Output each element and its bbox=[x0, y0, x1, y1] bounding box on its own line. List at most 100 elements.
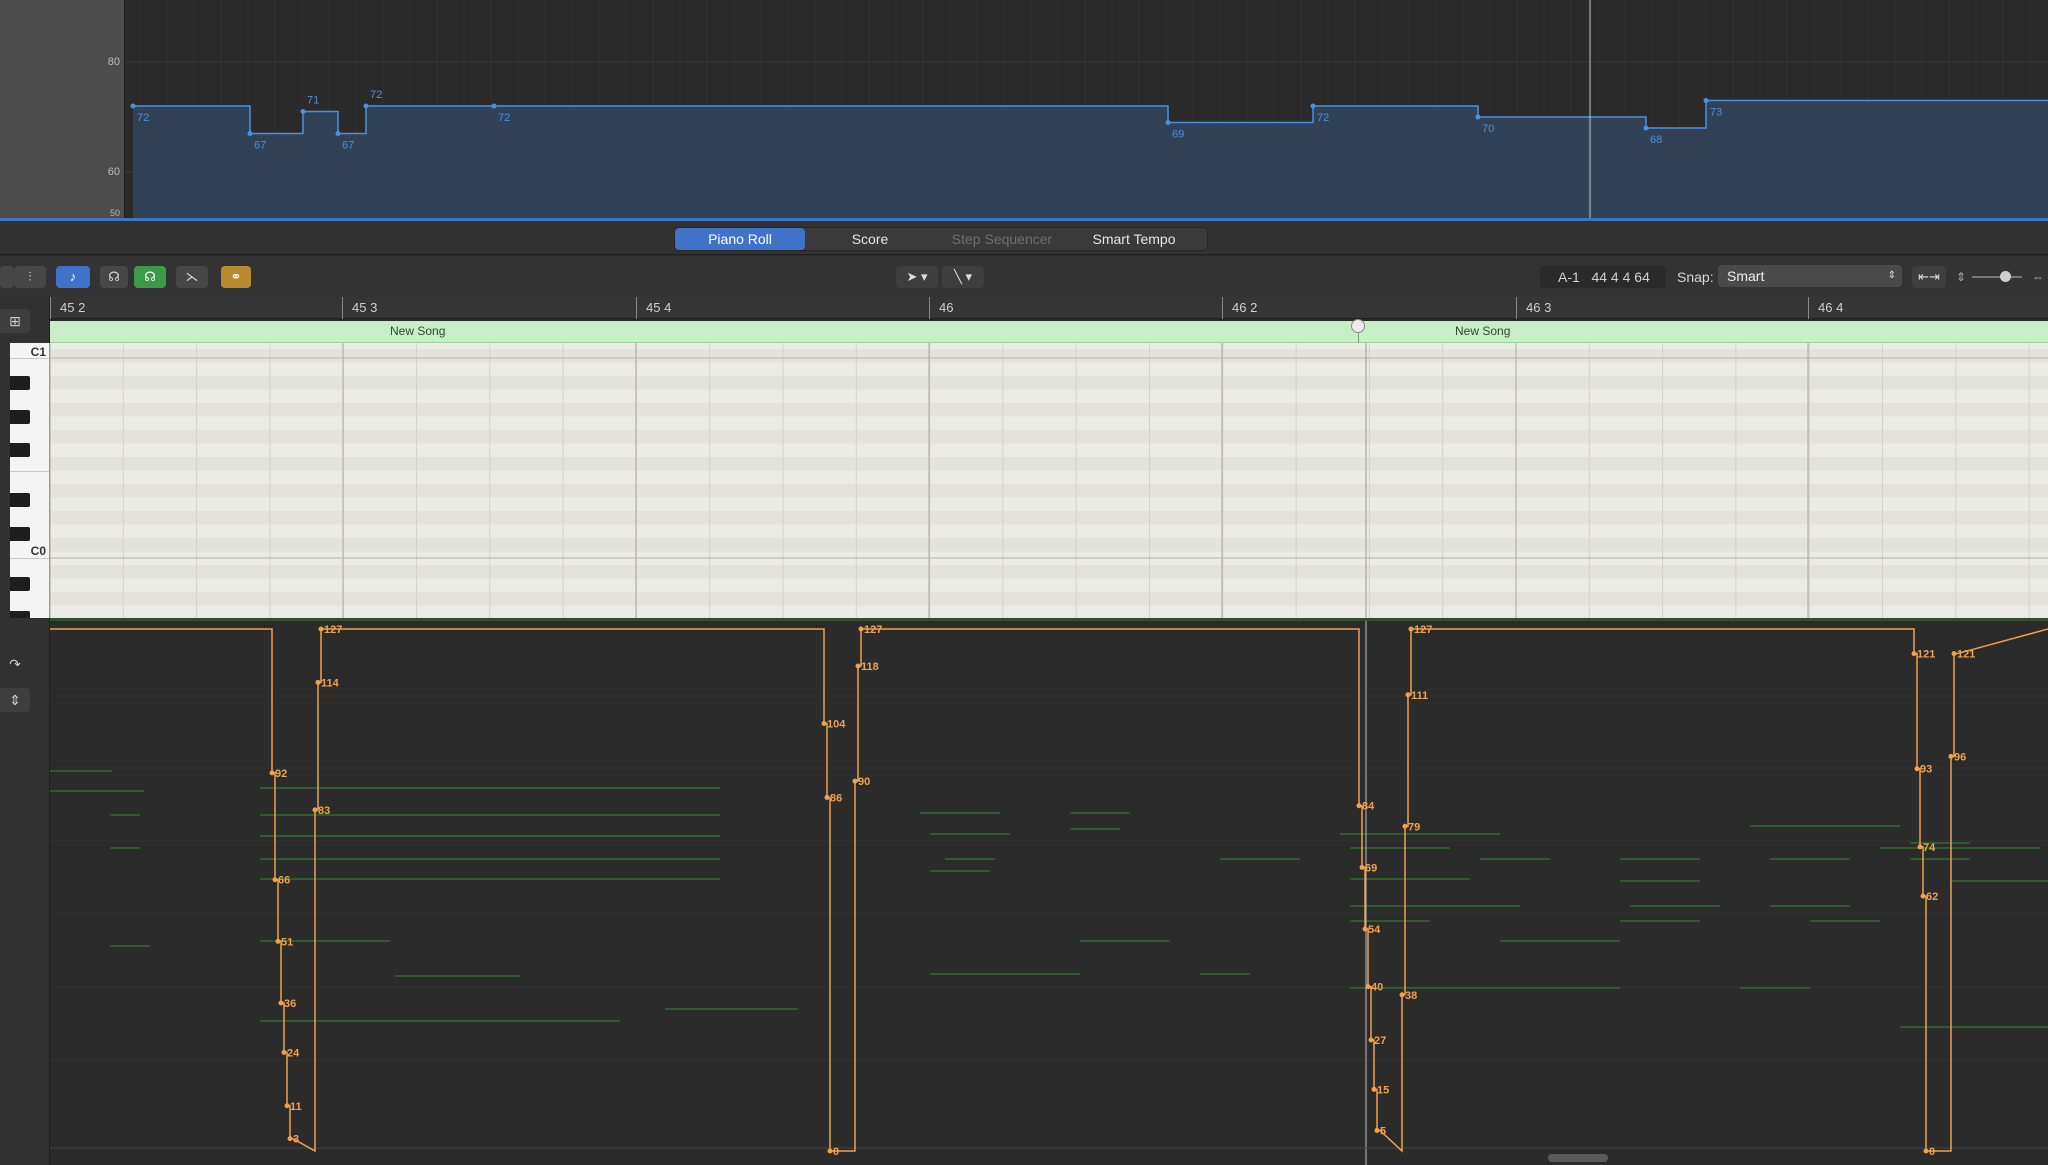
ruler-bar-label: 46 2 bbox=[1222, 297, 1257, 319]
ruler-bar-label: 46 3 bbox=[1516, 297, 1551, 319]
key-label-c0: C0 bbox=[30, 544, 46, 558]
grid-row bbox=[50, 484, 2048, 498]
region-strip[interactable]: New Song New Song bbox=[50, 319, 2048, 343]
velocity-value-label: 111 bbox=[1411, 690, 1428, 702]
tab-piano-roll[interactable]: Piano Roll bbox=[675, 228, 805, 250]
tempo-point bbox=[300, 109, 306, 114]
ruler-bar-label: 46 4 bbox=[1808, 297, 1843, 319]
velocity-value-label: 38 bbox=[1405, 990, 1417, 1002]
link-icon[interactable]: ⚭ bbox=[221, 266, 251, 288]
velocity-value-label: 93 bbox=[1920, 764, 1932, 776]
lcd-position: 44 4 4 64 bbox=[1591, 269, 1650, 285]
grid-row bbox=[50, 457, 2048, 471]
zoom-knob[interactable] bbox=[2000, 271, 2011, 282]
velocity-value-label: 121 bbox=[1917, 649, 1935, 661]
grid-row bbox=[50, 511, 2048, 525]
ruler-bar-label: 45 3 bbox=[342, 297, 377, 319]
velocity-value-label: 90 bbox=[858, 776, 870, 788]
velocity-value-label: 79 bbox=[1408, 821, 1420, 833]
black-key[interactable] bbox=[10, 443, 30, 457]
tempo-value-label: 72 bbox=[370, 89, 382, 101]
tempo-point bbox=[1643, 125, 1649, 131]
black-key[interactable] bbox=[10, 410, 30, 424]
velocity-value-label: 92 bbox=[275, 768, 287, 780]
velocity-value-label: 0 bbox=[1929, 1146, 1935, 1158]
region-name: New Song bbox=[1455, 324, 1511, 338]
velocity-value-label: 11 bbox=[290, 1101, 302, 1113]
key-label-c1: C1 bbox=[30, 345, 46, 359]
velocity-value-label: 15 bbox=[1377, 1084, 1389, 1096]
piano-keyboard[interactable]: C1 C0 bbox=[10, 343, 50, 618]
grid-row bbox=[50, 403, 2048, 417]
editor-tab-bar: Piano Roll Score Step Sequencer Smart Te… bbox=[0, 221, 2048, 255]
chevron-updown-icon: ⇕ bbox=[1887, 270, 1896, 281]
velocity-value-label: 66 bbox=[278, 875, 290, 887]
logic-pro-window: 80 60 50 72 67 71 67 72 72 69 72 70 68 73 Piano Ro… bbox=[0, 0, 2048, 1165]
velocity-value-label: 24 bbox=[287, 1047, 300, 1059]
grid-row bbox=[50, 376, 2048, 390]
velocity-value-label: 118 bbox=[861, 661, 879, 673]
flex-icon[interactable]: ⋋ bbox=[176, 266, 208, 288]
velocity-value-label: 96 bbox=[1954, 751, 1966, 763]
midi-out-icon[interactable]: ☊ bbox=[100, 266, 128, 288]
vertical-zoom-icon: ⇕ bbox=[1956, 270, 1967, 284]
tempo-value-label: 70 bbox=[1482, 123, 1494, 135]
horizontal-scrollbar[interactable] bbox=[1548, 1154, 1608, 1162]
quantize-icon[interactable]: ⫶ bbox=[14, 266, 46, 288]
tempo-point bbox=[130, 103, 136, 109]
note-grid[interactable] bbox=[50, 343, 2048, 618]
velocity-value-label: 84 bbox=[1362, 801, 1375, 813]
playhead-handle[interactable] bbox=[1351, 319, 1365, 333]
note-position-display: A-1 44 4 4 64 bbox=[1540, 266, 1666, 288]
automation-icon[interactable]: ↷ bbox=[0, 652, 30, 676]
snap-label: Snap: bbox=[1677, 269, 1714, 285]
snap-select[interactable]: Smart ⇕ bbox=[1718, 265, 1902, 287]
velocity-value-label: 127 bbox=[864, 624, 882, 636]
black-key[interactable] bbox=[10, 577, 30, 591]
key-divider bbox=[10, 558, 49, 559]
velocity-automation[interactable]: 9266513624113831141271048609011812784695… bbox=[50, 621, 2048, 1165]
key-divider bbox=[10, 358, 49, 359]
vertical-zoom-slider[interactable]: ⇕ ⇔ bbox=[1952, 266, 2048, 288]
tempo-point bbox=[1703, 98, 1709, 103]
lane-select-icon[interactable]: ⇕ bbox=[0, 688, 30, 712]
horizontal-zoom-icon: ⇔ bbox=[2032, 270, 2044, 284]
inspector-toggle-button[interactable] bbox=[0, 266, 14, 288]
velocity-value-label: 127 bbox=[1414, 624, 1432, 636]
tab-step-sequencer[interactable]: Step Sequencer bbox=[935, 228, 1069, 250]
tempo-point bbox=[1165, 120, 1171, 125]
velocity-value-label: 127 bbox=[324, 624, 342, 636]
black-key[interactable] bbox=[10, 527, 30, 541]
tab-score[interactable]: Score bbox=[805, 228, 935, 250]
velocity-value-label: 40 bbox=[1371, 982, 1383, 994]
pencil-tool-menu[interactable]: ╲ ▾ bbox=[942, 266, 984, 288]
tempo-value-label: 67 bbox=[342, 140, 354, 152]
add-lane-icon[interactable]: ⊞ bbox=[0, 309, 30, 333]
tempo-point bbox=[491, 103, 497, 109]
bar-ruler[interactable]: 45 2 45 3 45 4 46 46 2 46 3 46 4 bbox=[50, 297, 2048, 319]
black-key[interactable] bbox=[10, 611, 30, 618]
zoom-to-fit-icon[interactable]: ⇤⇥ bbox=[1912, 266, 1946, 288]
black-key[interactable] bbox=[10, 376, 30, 390]
editor-tabs: Piano Roll Score Step Sequencer Smart Te… bbox=[674, 227, 1208, 251]
velocity-line bbox=[50, 628, 2048, 1153]
midi-in-icon[interactable]: ♪ bbox=[56, 266, 90, 288]
grid-row bbox=[50, 538, 2048, 552]
tempo-value-label: 72 bbox=[498, 112, 510, 124]
black-key[interactable] bbox=[10, 493, 30, 507]
tempo-track[interactable]: 80 60 50 72 67 71 67 72 72 69 72 70 68 73 bbox=[0, 0, 2048, 220]
velocity-value-label: 114 bbox=[321, 677, 340, 689]
tempo-point bbox=[1475, 114, 1481, 120]
piano-roll-toolbar: ⫶ ♪ ☊ ☊ ⋋ ⚭ ➤ ▾ ╲ ▾ A-1 44 4 4 64 Snap: … bbox=[0, 256, 2048, 298]
velocity-value-label: 86 bbox=[830, 793, 842, 805]
tempo-value-label: 69 bbox=[1172, 129, 1184, 141]
velocity-value-label: 51 bbox=[281, 936, 293, 948]
catch-icon[interactable]: ☊ bbox=[134, 266, 166, 288]
snap-value: Smart bbox=[1727, 268, 1765, 284]
tab-smart-tempo[interactable]: Smart Tempo bbox=[1069, 228, 1199, 250]
velocity-lane[interactable]: 92 66 51 36 24 11 3 83 114 127 104 86 0 90 118 127 84 69 5… bbox=[50, 618, 2048, 1165]
tempo-curve[interactable]: 72 67 71 67 72 72 69 72 70 68 73 bbox=[0, 0, 2048, 218]
pointer-tool-menu[interactable]: ➤ ▾ bbox=[896, 266, 938, 288]
velocity-value-label: 69 bbox=[1365, 862, 1377, 874]
velocity-value-label: 54 bbox=[1368, 924, 1381, 936]
